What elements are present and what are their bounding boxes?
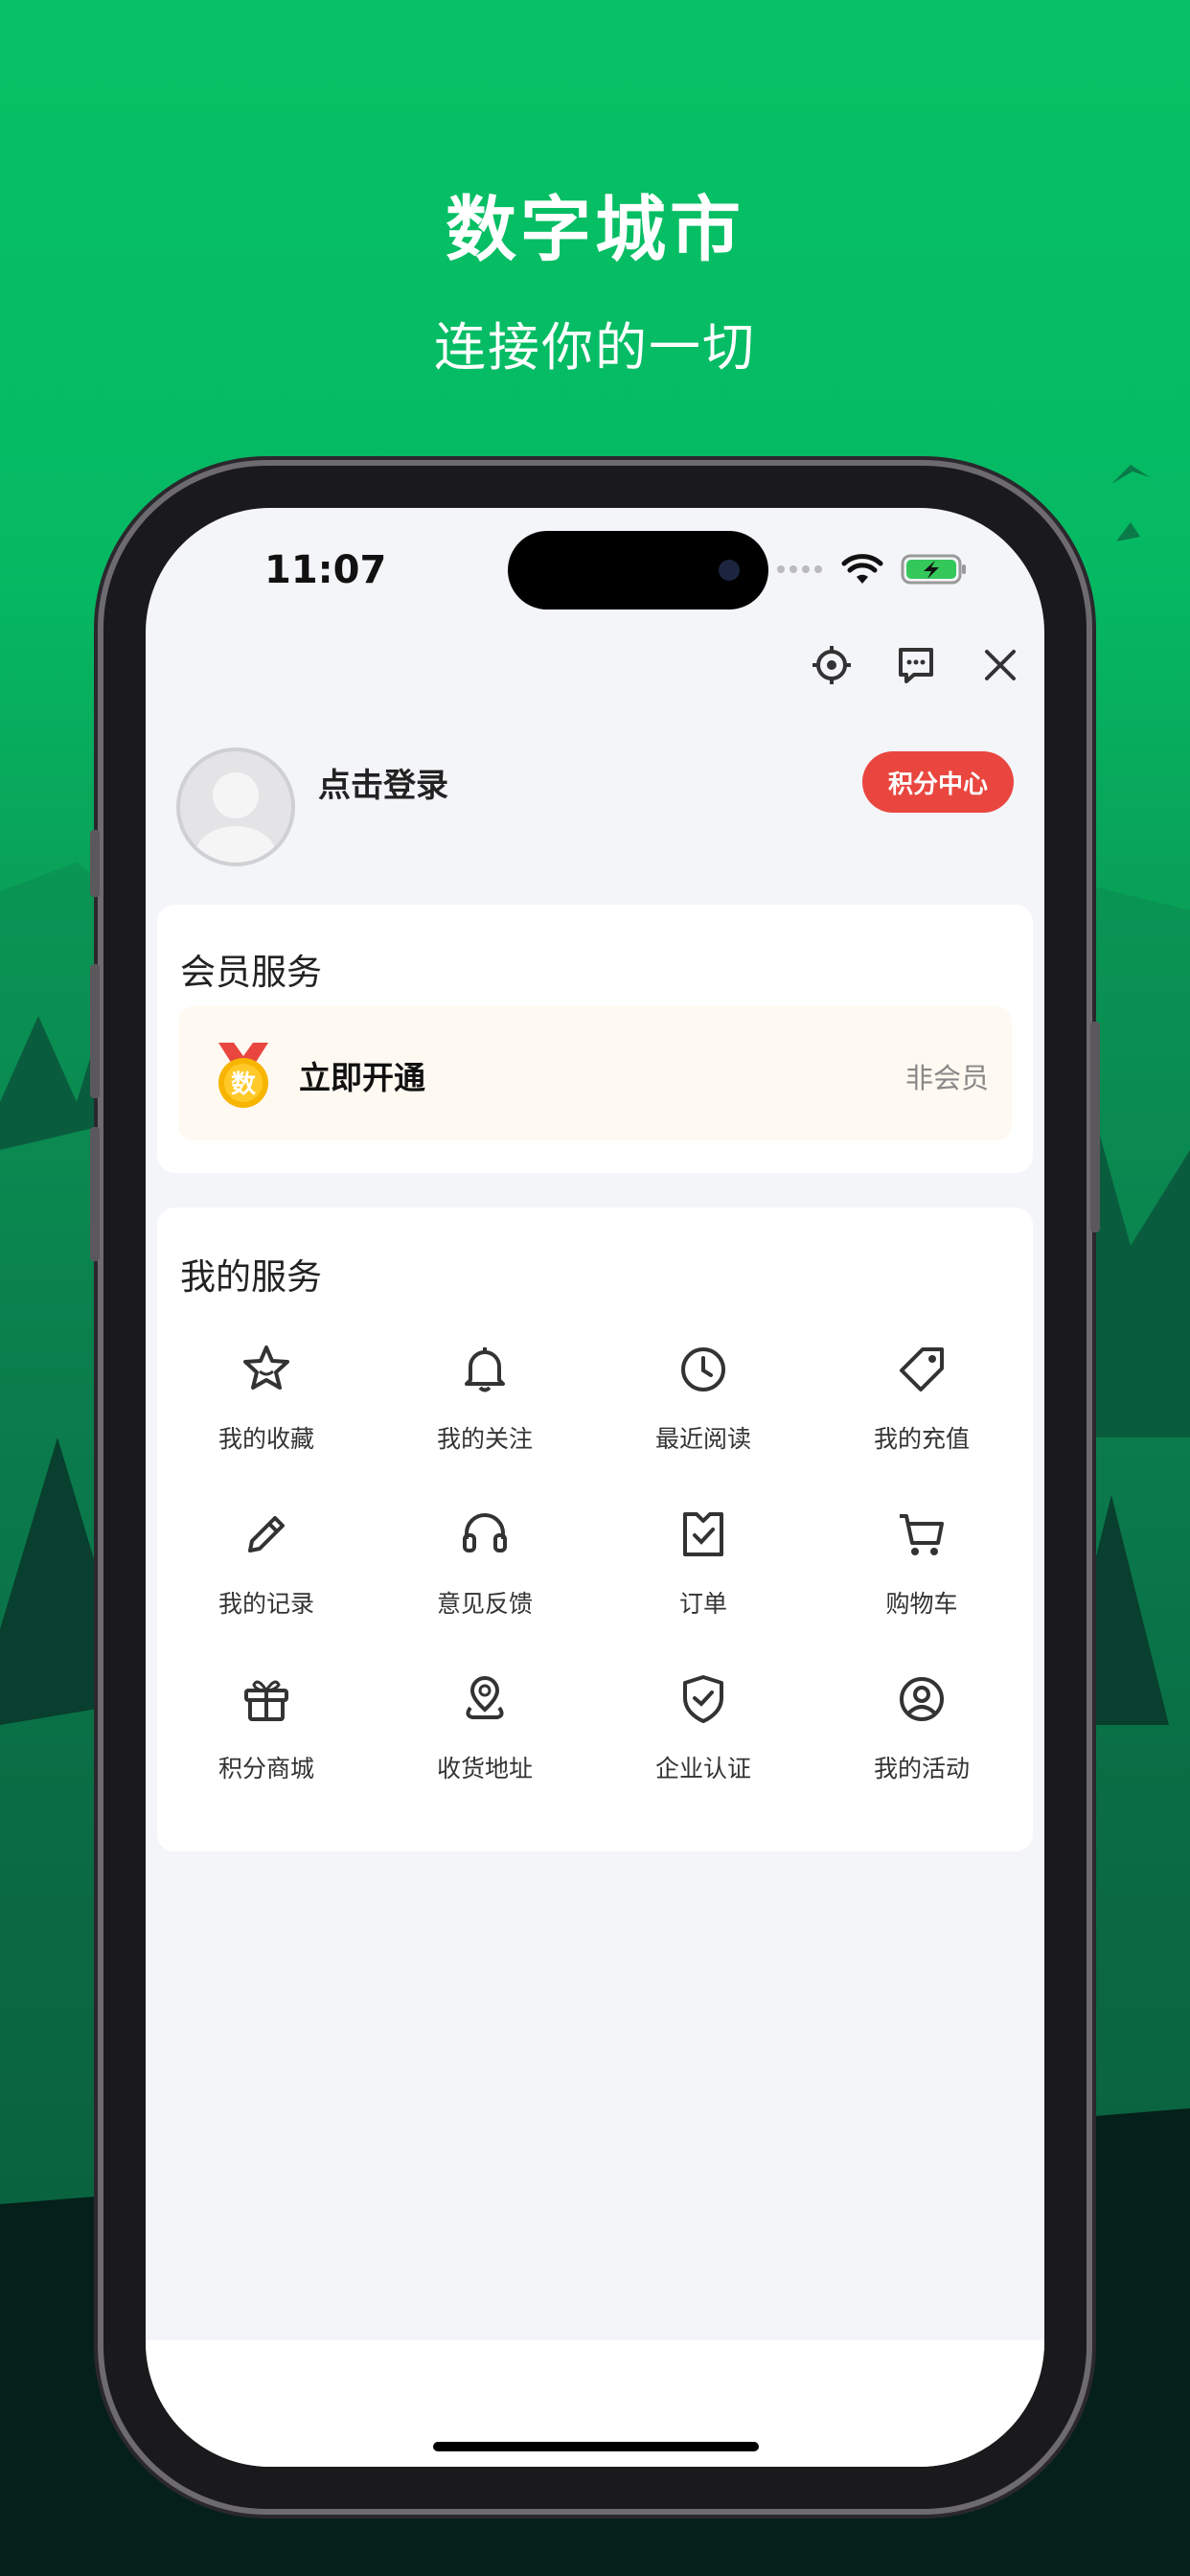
service-orders[interactable]: 订单: [594, 1506, 812, 1641]
service-label: 购物车: [885, 1590, 958, 1618]
close-icon[interactable]: [977, 642, 1023, 688]
service-label: 收货地址: [436, 1755, 533, 1782]
camera-dot: [719, 560, 740, 581]
member-service-card: 会员服务 数 立即开通 非会员: [157, 905, 1033, 1173]
gift-icon: [244, 1680, 288, 1721]
power-button: [1090, 1022, 1100, 1232]
member-open-label: 立即开通: [299, 1059, 425, 1096]
service-label: 我的充值: [873, 1425, 970, 1453]
hero-subtitle: 连接你的一切: [434, 317, 756, 378]
service-points-mall[interactable]: 积分商城: [157, 1671, 376, 1806]
settings-icon[interactable]: [809, 642, 855, 688]
service-label: 我的记录: [217, 1590, 314, 1618]
status-icons: [776, 550, 968, 588]
service-label: 积分商城: [217, 1755, 314, 1782]
service-label: 我的收藏: [217, 1425, 314, 1453]
phone-frame: 11:07 点击登录 积分中心 会员服务 数 立即开通 非会员 我的服务 我的收…: [90, 466, 1100, 2509]
action-button: [90, 830, 100, 897]
member-status: 非会员: [904, 1062, 989, 1094]
service-label: 意见反馈: [436, 1590, 533, 1618]
services-title: 我的服务: [180, 1256, 322, 1298]
tag-icon: [900, 1347, 944, 1392]
pencil-icon: [248, 1516, 285, 1552]
service-address[interactable]: 收货地址: [376, 1671, 594, 1806]
service-following[interactable]: 我的关注: [376, 1342, 594, 1476]
star-icon: [243, 1346, 289, 1390]
service-feedback[interactable]: 意见反馈: [376, 1506, 594, 1641]
service-cart[interactable]: 购物车: [812, 1506, 1031, 1641]
app-screen: 11:07 点击登录 积分中心 会员服务 数 立即开通 非会员 我的服务 我的收…: [146, 508, 1044, 2467]
service-enterprise-cert[interactable]: 企业认证: [594, 1671, 812, 1806]
service-recharge[interactable]: 我的充值: [812, 1342, 1031, 1476]
headset-icon: [463, 1513, 507, 1552]
wifi-icon: [841, 554, 883, 584]
clock-icon: [681, 1347, 725, 1392]
service-favorites[interactable]: 我的收藏: [157, 1342, 376, 1476]
cart-icon: [900, 1514, 944, 1555]
order-icon: [683, 1512, 723, 1556]
home-indicator[interactable]: [433, 2442, 759, 2451]
user-circle-icon: [900, 1677, 944, 1721]
dynamic-island: [508, 531, 768, 610]
member-card-title: 会员服务: [180, 952, 322, 993]
service-label: 我的关注: [436, 1425, 533, 1453]
points-center-button[interactable]: 积分中心: [862, 751, 1014, 813]
medal-char: 数: [231, 1070, 257, 1099]
service-label: 我的活动: [873, 1755, 970, 1782]
service-activities[interactable]: 我的活动: [812, 1671, 1031, 1806]
login-link[interactable]: 点击登录: [318, 759, 448, 806]
location-icon: [466, 1676, 504, 1719]
home-indicator-area: [146, 2340, 1044, 2467]
service-recent-reading[interactable]: 最近阅读: [594, 1342, 812, 1476]
volume-up-button: [90, 964, 100, 1098]
bell-icon: [465, 1347, 505, 1392]
service-label: 订单: [678, 1590, 727, 1618]
top-toolbar: [809, 642, 1023, 688]
shield-check-icon: [683, 1675, 723, 1723]
message-icon[interactable]: [893, 642, 939, 688]
battery-charging-icon: [901, 554, 966, 585]
volume-down-button: [90, 1127, 100, 1261]
my-services-card: 我的服务 我的收藏 我的关注 最近阅读 我的充值 我的记录 意见反馈 订单 购物…: [157, 1208, 1033, 1852]
avatar[interactable]: [176, 748, 295, 866]
status-time: 11:07: [264, 548, 387, 592]
service-label: 企业认证: [654, 1755, 751, 1782]
signal-dots-icon: [777, 565, 822, 573]
service-label: 最近阅读: [654, 1425, 751, 1453]
member-medal-icon: 数: [218, 1043, 268, 1108]
hero-title: 数字城市: [446, 189, 744, 271]
service-records[interactable]: 我的记录: [157, 1506, 376, 1641]
member-open-row[interactable]: 数 立即开通 非会员: [178, 1006, 1012, 1140]
user-placeholder-icon: [195, 772, 276, 862]
